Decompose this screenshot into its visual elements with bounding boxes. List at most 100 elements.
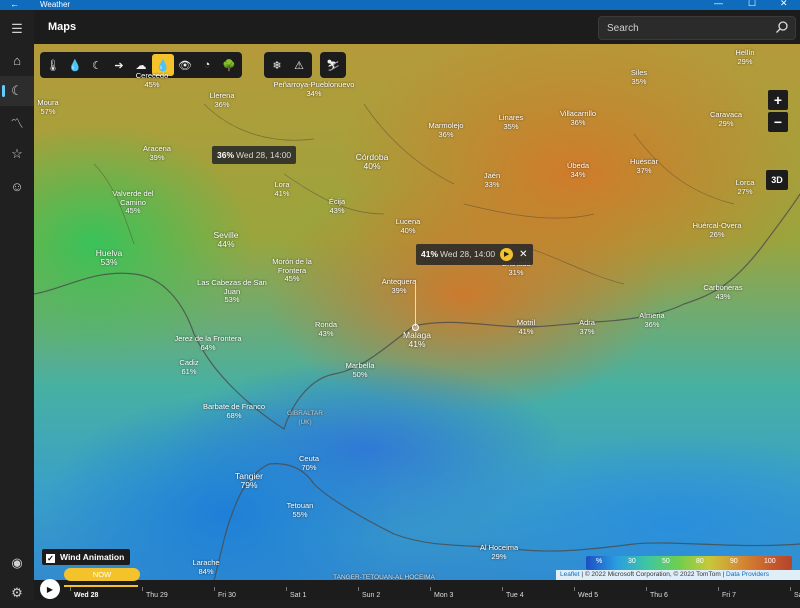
timeline-day[interactable]: Sun 2 (362, 592, 380, 599)
now-indicator[interactable]: NOW (64, 568, 140, 581)
alert-toolbar: ❄ ⚠ (264, 52, 312, 78)
search-input[interactable]: Search (598, 16, 796, 40)
popup-pin-line (415, 280, 416, 326)
city-label: Las Cabezas de San Juan 53% (197, 278, 267, 304)
timeline-tick (574, 587, 575, 591)
city-label: Antequera 39% (381, 277, 417, 295)
timeline-day[interactable]: Sat 1 (290, 592, 306, 599)
city-label: Barbate de Franco 68% (202, 402, 266, 420)
home-icon[interactable]: ⌂ (0, 45, 34, 75)
favorites-icon[interactable]: ☆ (0, 139, 34, 169)
hamburger-menu-icon[interactable]: ☰ (0, 14, 34, 44)
timeline-day[interactable]: Fri 30 (218, 592, 236, 599)
timeline-tick (70, 587, 71, 591)
timeline-tick (214, 587, 215, 591)
city-label: Tetouan 55% (286, 501, 314, 519)
ski-icon[interactable]: ⛷ (322, 54, 344, 76)
legend-unit: % (596, 558, 603, 565)
city-label: Cerecedo 45% (135, 71, 169, 89)
account-icon[interactable]: ◉ (0, 548, 34, 578)
legend-tick: 90 (730, 558, 738, 565)
pollen-icon[interactable]: 🌳 (218, 54, 240, 76)
map-overlay (34, 103, 800, 600)
snow-icon[interactable]: ❄ (266, 54, 288, 76)
leaflet-link[interactable]: Leaflet (560, 571, 580, 578)
lifestyle-icon[interactable]: ☺ (0, 171, 34, 201)
zoom-out-button[interactable]: − (768, 112, 788, 132)
maps-icon[interactable]: ☾ (0, 76, 34, 106)
attribution-text: | © 2022 Microsoft Corporation, © 2022 T… (579, 571, 727, 578)
tooltip-time: Wed 28, 14:00 (236, 150, 292, 160)
minimize-button[interactable]: — (714, 0, 723, 8)
city-label: Moura 57% (37, 98, 59, 116)
window-title: Weather (40, 0, 71, 9)
search-icon[interactable] (775, 20, 789, 37)
city-label: Hellín 29% (735, 48, 755, 66)
city-label: Larache 84% (192, 558, 220, 576)
timeline-day[interactable]: Thu 29 (146, 592, 168, 599)
city-label: Peñarroya-Pueblonuevo 34% (273, 80, 355, 98)
wind-animation-label: Wind Animation (60, 552, 125, 562)
data-providers-link[interactable]: Data Providers (726, 571, 769, 578)
city-label: Lorca 27% (735, 178, 755, 196)
timeline-tick (790, 587, 791, 591)
trends-icon[interactable]: 〽 (0, 107, 34, 137)
city-label: Morón de la Frontera 45% (272, 257, 312, 283)
hover-tooltip: 36% Wed 28, 14:00 (212, 146, 297, 164)
timeline-tick (358, 587, 359, 591)
wind-icon[interactable]: ➔ (108, 54, 130, 76)
close-window-button[interactable]: ✕ (780, 0, 788, 8)
radar-icon[interactable]: ☾ (86, 54, 108, 76)
timeline-day[interactable]: Tue 4 (506, 592, 524, 599)
back-button[interactable]: ← (10, 0, 19, 9)
city-label: Seville 44% (213, 230, 239, 249)
city-label: Lucena 40% (395, 217, 421, 235)
timeline-tick (430, 587, 431, 591)
zoom-in-button[interactable]: + (768, 90, 788, 110)
maximize-button[interactable]: ☐ (748, 0, 756, 8)
3d-toggle-button[interactable]: 3D (766, 170, 788, 190)
timeline-tick (646, 587, 647, 591)
region-label: GIBRALTAR (UK) (287, 410, 323, 426)
timeline-tick (142, 587, 143, 591)
timeline-day[interactable]: Wed 28 (74, 592, 98, 599)
warning-icon[interactable]: ⚠ (288, 54, 310, 76)
timeline-day[interactable]: Sat 8 (794, 592, 800, 599)
play-icon[interactable]: ▶ (500, 248, 514, 261)
timeline-day[interactable]: Thu 6 (650, 592, 668, 599)
precipitation-icon[interactable]: 💧 (64, 54, 86, 76)
city-label: Huércal-Overa 26% (692, 221, 742, 239)
city-label: Carboneras 43% (703, 283, 743, 301)
city-label: Aracena 39% (143, 144, 171, 162)
wind-animation-toggle[interactable]: ✓ Wind Animation (42, 549, 131, 565)
ski-toolbar: ⛷ (320, 52, 346, 78)
header: Maps Search (34, 10, 800, 44)
temperature-icon[interactable]: 🌡 (42, 54, 64, 76)
city-label: Écija 43% (328, 197, 346, 215)
timeline-play-button[interactable]: ▶ (40, 579, 60, 599)
search-placeholder: Search (607, 23, 639, 34)
map-attribution: Leaflet | © 2022 Microsoft Corporation, … (556, 570, 800, 580)
timeline-tick (502, 587, 503, 591)
checkbox-icon[interactable]: ✓ (46, 554, 55, 563)
city-label: Tangier 79% (235, 471, 263, 490)
timeline-tick (718, 587, 719, 591)
timeline-day[interactable]: Wed 5 (578, 592, 598, 599)
timeline-day[interactable]: Fri 7 (722, 592, 736, 599)
city-label: Ronda 43% (314, 320, 338, 338)
page-title: Maps (48, 21, 77, 33)
location-popup: 41% Wed 28, 14:00 ▶ ✕ (416, 244, 533, 265)
timeline-tick (286, 587, 287, 591)
city-label: Al Hoceima 29% (479, 543, 519, 561)
close-icon[interactable]: ✕ (519, 249, 527, 260)
pressure-icon[interactable]: ◔ (196, 54, 218, 76)
settings-icon[interactable]: ⚙ (0, 578, 34, 608)
title-bar: ← Weather — ☐ ✕ (0, 0, 800, 10)
legend-tick: 50 (662, 558, 670, 565)
timeline-day[interactable]: Mon 3 (434, 592, 453, 599)
weather-map[interactable]: 🌡 💧 ☾ ➔ ☁ 💧 👁 ◔ 🌳 ❄ ⚠ ⛷ + − 3D Moura 57% … (34, 44, 800, 600)
visibility-icon[interactable]: 👁 (174, 54, 196, 76)
location-pin[interactable] (412, 324, 419, 331)
city-label: Valverde del Camino 45% (112, 189, 154, 215)
timeline-progress (64, 585, 138, 587)
